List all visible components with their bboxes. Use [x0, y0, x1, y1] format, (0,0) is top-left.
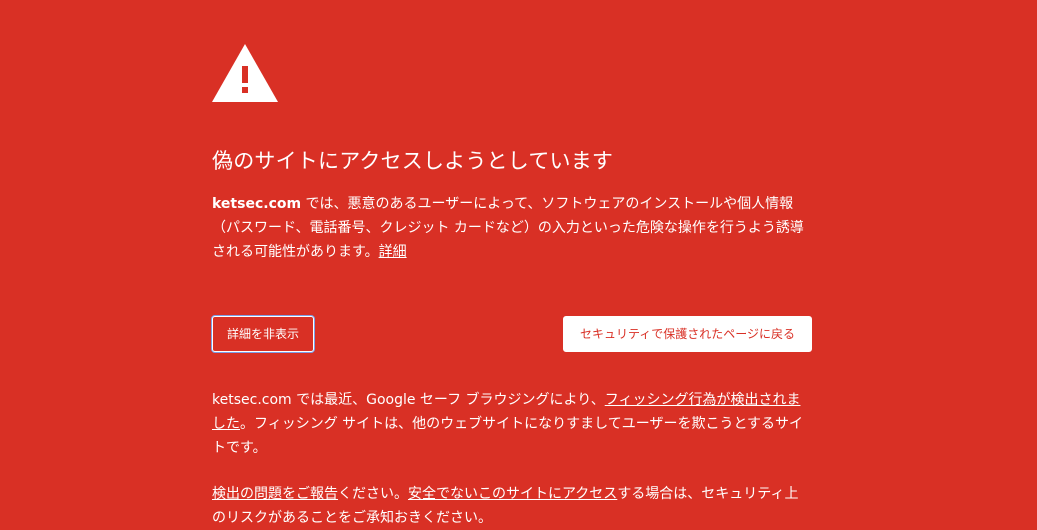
main-message: ketsec.com では、悪意のあるユーザーによって、ソフトウェアのインストー…: [212, 192, 812, 264]
visit-unsafe-site-link[interactable]: 安全でないこのサイトにアクセス: [408, 486, 617, 502]
warning-triangle-icon: [212, 44, 278, 102]
details-p1-prefix: ketsec.com では最近、Google セーフ ブラウジングにより、: [212, 392, 605, 408]
details-paragraph-phishing: ketsec.com では最近、Google セーフ ブラウジングにより、フィッ…: [212, 388, 812, 460]
back-to-safety-button[interactable]: セキュリティで保護されたページに戻る: [562, 316, 812, 352]
details-p2-middle: ください。: [338, 486, 408, 502]
main-message-text: では、悪意のあるユーザーによって、ソフトウェアのインストールや個人情報（パスワー…: [212, 196, 804, 260]
interstitial-page: 偽のサイトにアクセスしようとしています ketsec.com では、悪意のあるユ…: [0, 0, 1037, 530]
details-p1-suffix: 。フィッシング サイトは、他のウェブサイトになりすましてユーザーを欺こうとするサ…: [212, 416, 804, 456]
interstitial-content: 偽のサイトにアクセスしようとしています ketsec.com では、悪意のあるユ…: [212, 44, 812, 530]
details-paragraph-report: 検出の問題をご報告ください。安全でないこのサイトにアクセスする場合は、セキュリテ…: [212, 482, 812, 530]
report-problem-link[interactable]: 検出の問題をご報告: [212, 486, 338, 502]
hide-details-button[interactable]: 詳細を非表示: [212, 316, 315, 352]
site-domain: ketsec.com: [212, 196, 302, 212]
button-row: 詳細を非表示 セキュリティで保護されたページに戻る: [212, 316, 812, 354]
details-link[interactable]: 詳細: [379, 244, 407, 260]
page-title: 偽のサイトにアクセスしようとしています: [212, 149, 614, 173]
